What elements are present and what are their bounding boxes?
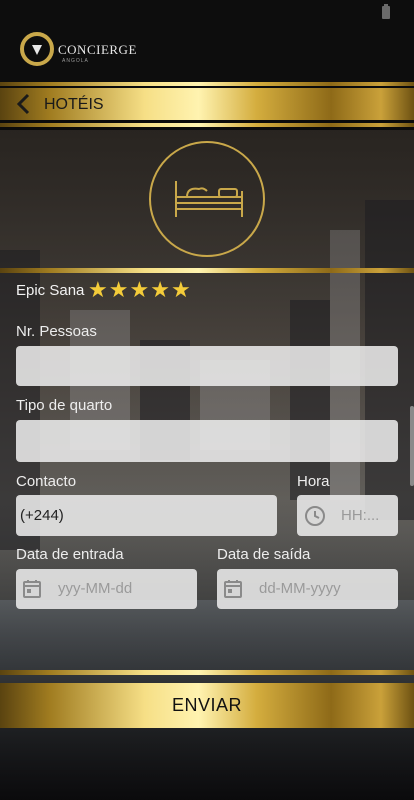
back-button[interactable] <box>14 93 34 115</box>
star-icon: ★ <box>170 277 191 302</box>
hotel-name: Epic Sana <box>16 282 85 299</box>
contact-label: Contacto <box>16 473 77 490</box>
page-title: HOTÉIS <box>44 96 104 113</box>
checkin-label: Data de entrada <box>16 546 124 563</box>
time-label: Hora <box>297 473 330 490</box>
room-type-input[interactable] <box>16 420 398 462</box>
brand-subtitle: ANGOLA <box>62 58 89 64</box>
contact-value: (+244) <box>20 507 64 524</box>
time-placeholder: HH:... <box>341 507 380 524</box>
room-type-label: Tipo de quarto <box>16 397 113 414</box>
back-chevron-icon <box>16 93 30 115</box>
title-divider <box>0 123 414 127</box>
calendar-icon <box>224 580 242 598</box>
star-icon: ★ <box>108 277 129 302</box>
checkout-placeholder: dd-MM-yyyy <box>259 580 341 597</box>
star-icon: ★ <box>88 277 108 302</box>
header-divider <box>0 82 414 86</box>
checkout-input[interactable]: dd-MM-yyyy <box>217 569 398 609</box>
contact-input[interactable]: (+244) <box>16 495 277 536</box>
star-icon: ★ <box>150 277 170 302</box>
footer-divider <box>0 670 414 675</box>
app-header: CONCIERGE ANGOLA <box>0 26 414 82</box>
bed-icon <box>175 181 243 217</box>
calendar-icon <box>23 580 41 598</box>
checkout-label: Data de saída <box>217 546 311 563</box>
battery-icon <box>382 4 390 19</box>
hotel-category-badge <box>149 141 265 257</box>
checkin-placeholder: yyy-MM-dd <box>58 580 133 597</box>
title-bar: HOTÉIS <box>0 88 414 120</box>
star-icon: ★ <box>129 277 150 302</box>
clock-icon <box>305 506 325 526</box>
scrollbar[interactable] <box>410 406 414 486</box>
section-divider <box>0 268 414 273</box>
send-button-label: ENVIAR <box>171 695 243 715</box>
star-rating: ★★★★★ <box>88 279 192 302</box>
time-input[interactable]: HH:... <box>297 495 398 536</box>
logo-icon <box>20 32 54 66</box>
status-bar <box>0 0 414 26</box>
brand-name: CONCIERGE <box>58 42 137 57</box>
people-input[interactable] <box>16 346 398 386</box>
checkin-input[interactable]: yyy-MM-dd <box>16 569 197 609</box>
people-label: Nr. Pessoas <box>16 323 97 340</box>
send-button[interactable]: ENVIAR <box>0 683 414 728</box>
